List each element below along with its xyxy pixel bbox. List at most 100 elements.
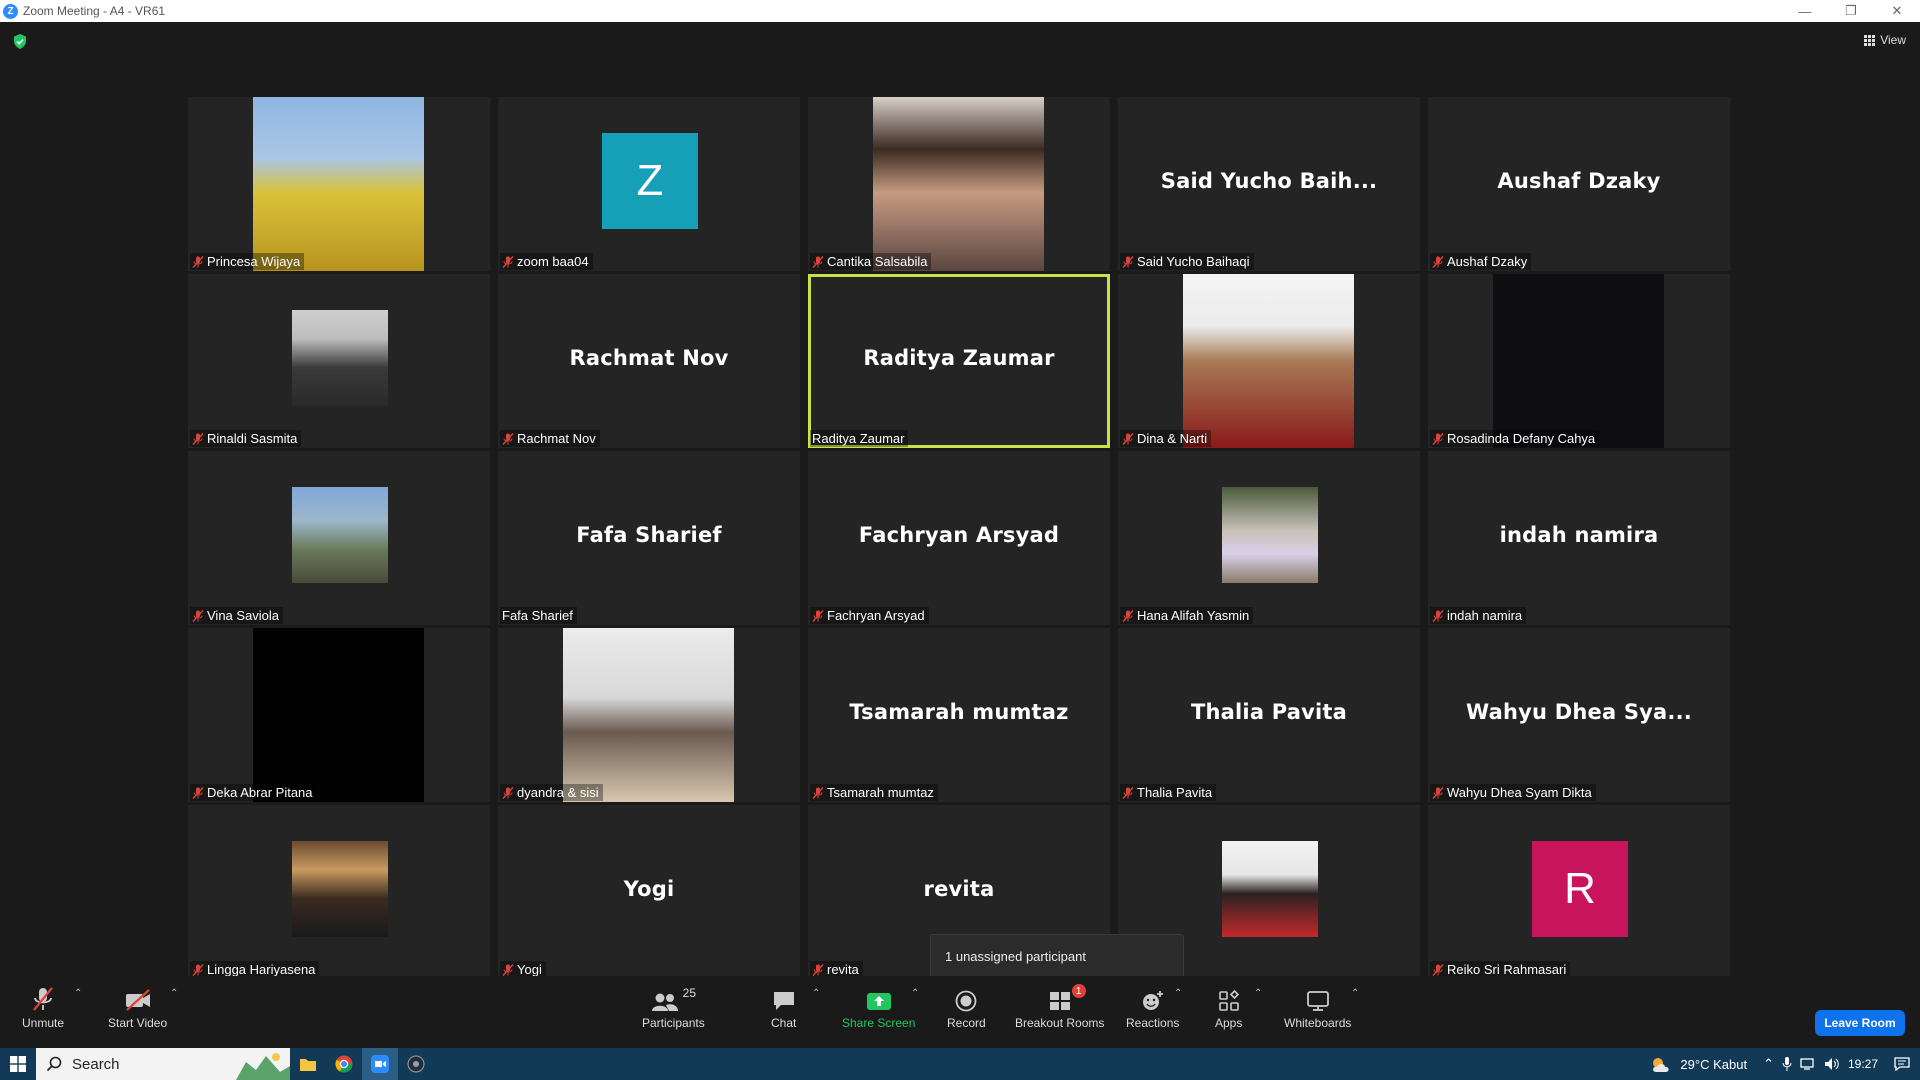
participant-tile[interactable]: Tsamarah mumtaz Tsamarah mumtaz: [808, 628, 1110, 802]
audio-options-caret[interactable]: ⌃: [74, 988, 82, 999]
participants-label: Participants: [642, 1016, 705, 1030]
participant-tile[interactable]: Wahyu Dhea Sya... Wahyu Dhea Syam Dikta: [1428, 628, 1730, 802]
participant-name: Lingga Hariyasena: [207, 962, 316, 977]
video-gallery-grid: Princesa Wijaya Zzoom baa04 Cantika Salsab…: [188, 97, 1730, 979]
windows-start-button[interactable]: [0, 1048, 36, 1080]
participant-tile[interactable]: Princesa Wijaya: [188, 97, 490, 271]
participant-display-name: Yogi: [623, 877, 675, 901]
zoom-logo-icon: Z: [3, 3, 18, 19]
chat-button[interactable]: Chat: [771, 986, 796, 1030]
record-label: Record: [947, 1016, 986, 1030]
minimize-button[interactable]: —: [1782, 0, 1828, 22]
volume-icon[interactable]: [1824, 1057, 1840, 1071]
view-button-label: View: [1880, 33, 1906, 47]
participant-video-image: [292, 310, 388, 406]
participant-name-label: Fafa Sharief: [500, 607, 577, 624]
apps-options-caret[interactable]: ⌃: [1254, 988, 1262, 999]
apps-button[interactable]: Apps: [1215, 986, 1242, 1030]
close-button[interactable]: ✕: [1874, 0, 1920, 22]
participant-name-label: Tsamarah mumtaz: [810, 784, 938, 801]
whiteboards-options-caret[interactable]: ⌃: [1351, 988, 1359, 999]
muted-mic-icon: [1122, 786, 1134, 799]
restore-button[interactable]: ❐: [1828, 0, 1874, 22]
participant-name: Aushaf Dzaky: [1447, 254, 1528, 269]
participant-tile[interactable]: Cantika Salsabila: [808, 97, 1110, 271]
participant-video-image: [253, 97, 424, 271]
participant-name: Fafa Sharief: [502, 608, 573, 623]
share-screen-button[interactable]: Share Screen: [842, 986, 915, 1030]
participant-tile[interactable]: Yogi Yogi: [498, 805, 800, 979]
participant-tile[interactable]: Dina & Narti: [1118, 274, 1420, 448]
participant-tile[interactable]: Rinaldi Sasmita: [188, 274, 490, 448]
reactions-options-caret[interactable]: ⌃: [1174, 988, 1182, 999]
start-video-button[interactable]: Start Video: [108, 986, 167, 1030]
participants-button[interactable]: 25 Participants: [642, 986, 705, 1030]
network-icon[interactable]: [1800, 1057, 1816, 1071]
participant-tile[interactable]: R Reiko Sri Rahmasari: [1428, 805, 1730, 979]
participant-name-label: Wahyu Dhea Syam Dikta: [1430, 784, 1596, 801]
breakout-tooltip: 1 unassigned participant: [930, 934, 1184, 985]
participant-display-name: revita: [923, 877, 995, 901]
participant-name: Tsamarah mumtaz: [827, 785, 934, 800]
show-hidden-icons-chevron-icon[interactable]: ⌃: [1763, 1056, 1774, 1072]
participant-tile[interactable]: Fafa Sharief Fafa Sharief: [498, 451, 800, 625]
participant-tile[interactable]: Rosadinda Defany Cahya: [1428, 274, 1730, 448]
participant-tile[interactable]: Lingga Hariyasena: [188, 805, 490, 979]
record-button[interactable]: Record: [947, 986, 986, 1030]
participant-name: Reiko Sri Rahmasari: [1447, 962, 1567, 977]
window-title: Zoom Meeting - A4 - VR61: [23, 4, 166, 18]
participant-tile[interactable]: Rachmat Nov Rachmat Nov: [498, 274, 800, 448]
share-options-caret[interactable]: ⌃: [911, 988, 919, 999]
participant-tile[interactable]: Vina Saviola: [188, 451, 490, 625]
chrome-taskbar-button[interactable]: [326, 1048, 362, 1080]
chrome-icon: [335, 1055, 353, 1073]
participant-display-name: Rachmat Nov: [569, 346, 729, 370]
participant-display-name: Fafa Sharief: [576, 523, 722, 547]
chat-label: Chat: [771, 1016, 797, 1030]
security-shield-icon[interactable]: [13, 34, 27, 49]
participant-name: Raditya Zaumar: [812, 431, 905, 446]
participant-tile[interactable]: Hana Alifah Yasmin: [1118, 451, 1420, 625]
participant-display-name: Wahyu Dhea Sya...: [1466, 700, 1692, 724]
participant-tile[interactable]: dyandra & sisi: [498, 628, 800, 802]
muted-mic-icon: [1122, 432, 1134, 445]
participant-name: Said Yucho Baihaqi: [1137, 254, 1250, 269]
search-icon: [46, 1056, 62, 1072]
breakout-rooms-button[interactable]: 1 Breakout Rooms: [1015, 984, 1105, 1030]
microphone-tray-icon[interactable]: [1782, 1057, 1792, 1071]
participant-name: Thalia Pavita: [1137, 785, 1213, 800]
participant-tile[interactable]: Raditya Zaumar Raditya Zaumar: [808, 274, 1110, 448]
notifications-icon[interactable]: [1894, 1057, 1910, 1071]
participant-name-label: Vina Saviola: [190, 607, 284, 624]
breakout-rooms-label: Breakout Rooms: [1015, 1016, 1105, 1030]
reactions-button[interactable]: Reactions: [1126, 986, 1179, 1030]
video-options-caret[interactable]: ⌃: [170, 988, 178, 999]
muted-mic-icon: [192, 255, 204, 268]
chat-options-caret[interactable]: ⌃: [812, 988, 820, 999]
leave-room-button[interactable]: Leave Room: [1815, 1010, 1905, 1036]
start-video-label: Start Video: [108, 1016, 168, 1030]
muted-mic-icon: [1432, 786, 1444, 799]
taskbar-search-box[interactable]: Search: [36, 1048, 290, 1080]
whiteboards-button[interactable]: Whiteboards: [1284, 986, 1351, 1030]
participant-tile[interactable]: indah namira indah namira: [1428, 451, 1730, 625]
weather-text: 29°C Kabut: [1680, 1056, 1748, 1072]
participant-tile[interactable]: Said Yucho Baih... Said Yucho Baihaqi: [1118, 97, 1420, 271]
taskbar-clock[interactable]: 19:27: [1848, 1057, 1878, 1071]
participant-name-label: Cantika Salsabila: [810, 253, 932, 270]
unmute-button[interactable]: Unmute: [22, 986, 64, 1030]
file-explorer-taskbar-button[interactable]: [290, 1048, 326, 1080]
zoom-taskbar-button[interactable]: [362, 1048, 398, 1080]
muted-mic-icon: [192, 786, 204, 799]
chat-icon: [773, 992, 794, 1010]
participant-tile[interactable]: Fachryan Arsyad Fachryan Arsyad: [808, 451, 1110, 625]
whiteboard-icon: [1306, 991, 1329, 1011]
participants-count: 25: [682, 986, 697, 1000]
participant-tile[interactable]: Thalia Pavita Thalia Pavita: [1118, 628, 1420, 802]
view-button[interactable]: View: [1864, 33, 1906, 47]
participant-tile[interactable]: Aushaf Dzaky Aushaf Dzaky: [1428, 97, 1730, 271]
obs-taskbar-button[interactable]: [398, 1048, 434, 1080]
participant-tile[interactable]: Zzoom baa04: [498, 97, 800, 271]
participant-name: Rinaldi Sasmita: [207, 431, 298, 446]
participant-tile[interactable]: Deka Abrar Pitana: [188, 628, 490, 802]
